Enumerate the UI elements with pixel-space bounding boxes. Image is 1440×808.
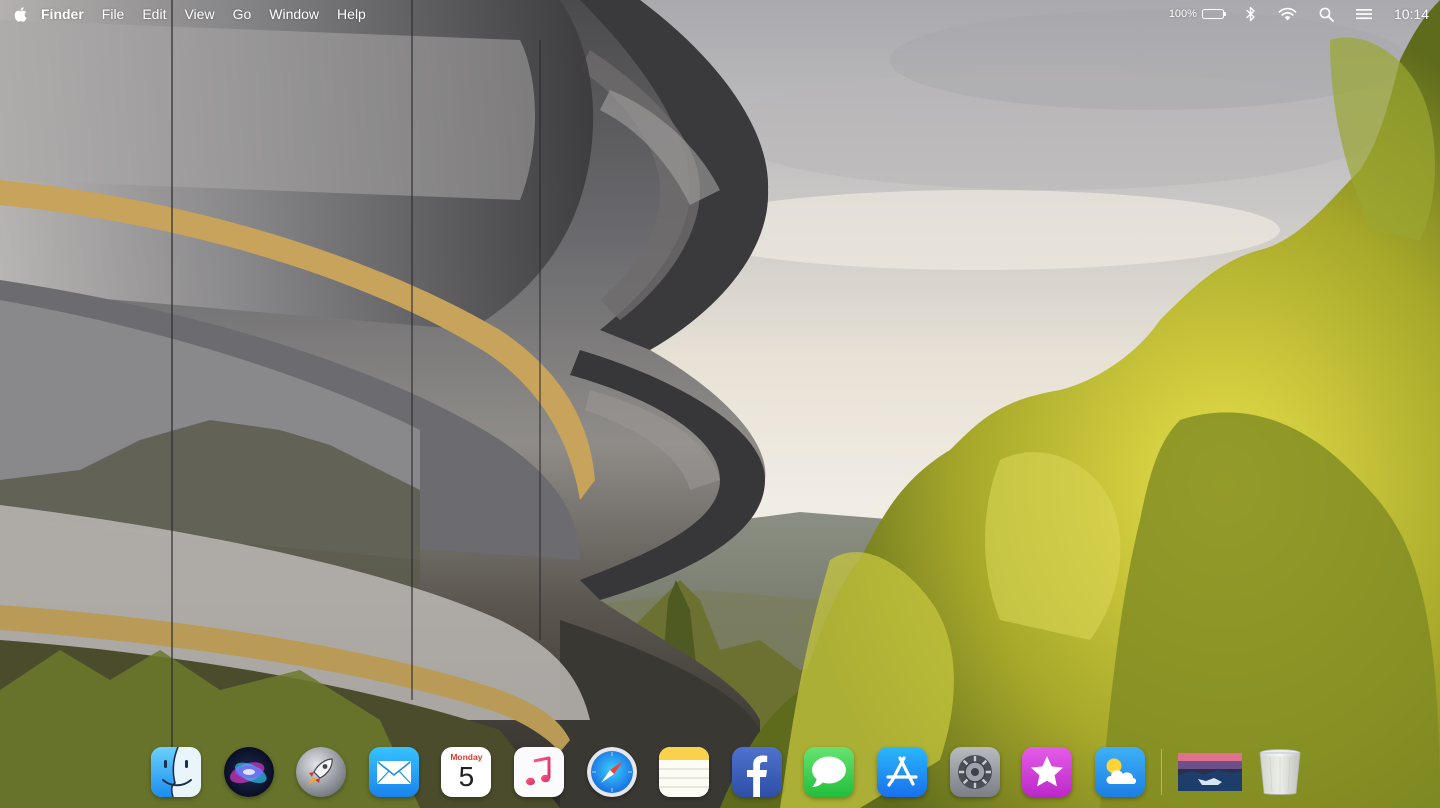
menu-view[interactable]: View	[175, 0, 223, 28]
bluetooth-icon[interactable]	[1246, 6, 1256, 22]
search-glyph	[1319, 7, 1334, 22]
dock-item-mail[interactable]	[368, 747, 419, 797]
dock-item-wallpaper-folder[interactable]	[1178, 747, 1243, 797]
dock-item-siri[interactable]	[223, 747, 274, 797]
dock-item-itunes-store[interactable]	[1022, 747, 1073, 797]
app-store-a-icon	[876, 747, 927, 797]
notes-icon	[659, 747, 710, 797]
dock-item-facebook[interactable]	[731, 747, 782, 797]
finder-face-icon	[151, 747, 201, 797]
facebook-f-icon	[731, 747, 782, 797]
menu-help[interactable]: Help	[328, 0, 375, 28]
star-icon	[1022, 747, 1073, 797]
dock-item-calendar[interactable]: Monday 5	[441, 747, 492, 797]
apple-logo-icon[interactable]	[12, 4, 28, 24]
dock-item-app-store[interactable]	[876, 747, 927, 797]
image-stack-icon	[1178, 753, 1243, 791]
dock-item-launchpad[interactable]	[296, 747, 347, 797]
envelope-icon	[368, 747, 419, 797]
search-icon[interactable]	[1319, 7, 1334, 22]
wifi-icon[interactable]	[1278, 7, 1297, 21]
trash-icon	[1259, 749, 1301, 795]
dock-item-music[interactable]	[513, 747, 564, 797]
battery-status[interactable]: 100%	[1168, 8, 1226, 20]
menu-list-glyph	[1355, 9, 1372, 20]
speech-bubble-icon	[804, 747, 855, 797]
dock: Monday 5	[140, 736, 1315, 808]
menu-bar-status: 100% 10:14	[1147, 0, 1440, 28]
siri-orb-icon	[223, 747, 274, 797]
dock-item-system-preferences[interactable]	[949, 747, 1000, 797]
battery-percent: 100%	[1168, 8, 1197, 20]
wifi-glyph	[1278, 7, 1297, 21]
menu-bar-clock[interactable]: 10:14	[1394, 6, 1429, 22]
dock-item-messages[interactable]	[804, 747, 855, 797]
menu-go[interactable]: Go	[224, 0, 261, 28]
dock-item-trash[interactable]	[1255, 747, 1305, 797]
menu-edit[interactable]: Edit	[133, 0, 175, 28]
menu-app-name[interactable]: Finder	[39, 0, 93, 28]
menu-file[interactable]: File	[93, 0, 134, 28]
dock-item-notes[interactable]	[659, 747, 710, 797]
dock-item-finder[interactable]	[151, 747, 201, 797]
gear-icon	[949, 747, 1000, 797]
desktop-wallpaper	[0, 0, 1440, 808]
calendar-icon-day: 5	[458, 761, 475, 792]
rocket-icon	[296, 747, 347, 797]
battery-icon	[1201, 9, 1226, 19]
compass-icon	[586, 747, 637, 797]
bluetooth-glyph	[1246, 6, 1255, 22]
menu-window[interactable]: Window	[260, 0, 328, 28]
wallpaper-image	[0, 0, 1440, 808]
apple-logo-glyph	[14, 6, 26, 22]
cloud-sun-icon	[1094, 747, 1145, 797]
music-note-icon	[513, 747, 564, 797]
dock-item-safari[interactable]	[586, 747, 637, 797]
dock-item-weather[interactable]	[1094, 747, 1145, 797]
menu-bar-left: Finder File Edit View Go Window Help	[0, 0, 375, 28]
dock-separator	[1161, 749, 1163, 795]
menu-bar: Finder File Edit View Go Window Help 100…	[0, 0, 1440, 28]
menu-list-icon[interactable]	[1355, 8, 1372, 20]
